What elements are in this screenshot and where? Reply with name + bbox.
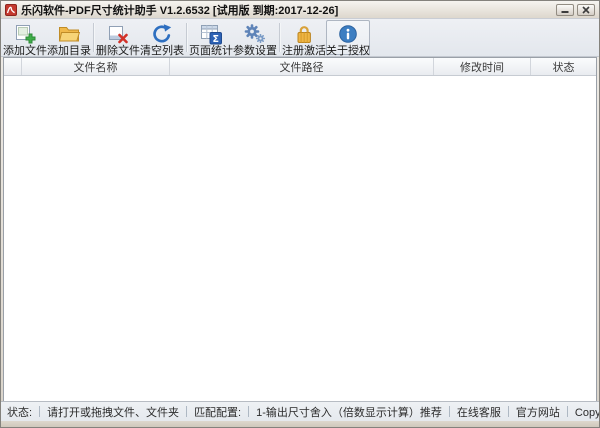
minimize-button[interactable] [556, 4, 574, 16]
add-folder-icon [57, 23, 81, 45]
toolbar-button-label: 删除文件 [96, 45, 140, 57]
toolbar-button-delete-file[interactable]: 删除文件 [96, 20, 140, 55]
status-bar: 状态: 请打开或拖拽文件、文件夹 匹配配置: 1-输出尺寸舍入（倍数显示计算）推… [1, 401, 599, 421]
official-website-link[interactable]: 官方网站 [516, 404, 560, 420]
toolbar-button-label: 参数设置 [233, 45, 277, 57]
toolbar-button-label: 清空列表 [140, 45, 184, 57]
clear-list-icon [150, 23, 174, 45]
toolbar-button-label: 添加文件 [3, 45, 47, 57]
title-bar[interactable]: 乐闪软件-PDF尺寸统计助手 V1.2.6532 [试用版 到期:2017-12… [1, 1, 599, 18]
minimize-icon [560, 6, 570, 14]
toolbar-button-label: 页面统计 [189, 45, 233, 57]
svg-text:Σ: Σ [212, 34, 219, 45]
app-window: 乐闪软件-PDF尺寸统计助手 V1.2.6532 [试用版 到期:2017-12… [0, 0, 600, 428]
statusbar-separator [567, 406, 568, 417]
toolbar-separator [279, 23, 280, 52]
delete-file-icon [106, 23, 130, 45]
table-header-status[interactable]: 状态 [531, 58, 596, 75]
toolbar-button-register[interactable]: 注册激活 [282, 20, 326, 55]
statusbar-separator [449, 406, 450, 417]
statusbar-separator [508, 406, 509, 417]
match-config-label: 匹配配置: [194, 404, 241, 420]
statusbar-separator [186, 406, 187, 417]
toolbar: 添加文件 添加目录 删除文件 [1, 18, 599, 57]
app-icon [5, 4, 17, 16]
status-label: 状态: [7, 404, 32, 420]
copyright-text: Copyright 2017 乐闪软件 保留所有权利 [575, 404, 600, 420]
table-header-row: 文件名称 文件路径 修改时间 状态 [4, 58, 596, 76]
about-info-icon [336, 23, 360, 45]
register-lock-icon [292, 23, 316, 45]
toolbar-button-clear-list[interactable]: 清空列表 [140, 20, 184, 55]
file-table: 文件名称 文件路径 修改时间 状态 [3, 57, 597, 401]
online-service-link[interactable]: 在线客服 [457, 404, 501, 420]
toolbar-separator [186, 23, 187, 52]
toolbar-button-label: 关于授权 [326, 45, 370, 57]
window-bottom-frame [1, 421, 599, 427]
page-statistics-icon: Σ [199, 23, 223, 45]
close-icon [581, 6, 591, 14]
close-button[interactable] [577, 4, 595, 16]
table-header-row-number[interactable] [4, 58, 22, 75]
statusbar-separator [39, 406, 40, 417]
status-message: 请打开或拖拽文件、文件夹 [47, 404, 179, 420]
settings-icon [243, 23, 267, 45]
table-body-empty[interactable] [4, 76, 596, 401]
toolbar-separator [93, 23, 94, 52]
statusbar-separator [248, 406, 249, 417]
table-header-file-path[interactable]: 文件路径 [170, 58, 434, 75]
window-title: 乐闪软件-PDF尺寸统计助手 V1.2.6532 [试用版 到期:2017-12… [21, 2, 550, 18]
add-file-icon [13, 23, 37, 45]
toolbar-button-page-statistics[interactable]: Σ 页面统计 [189, 20, 233, 55]
toolbar-button-label: 注册激活 [282, 45, 326, 57]
toolbar-button-add-folder[interactable]: 添加目录 [47, 20, 91, 55]
table-header-file-name[interactable]: 文件名称 [22, 58, 170, 75]
toolbar-button-label: 添加目录 [47, 45, 91, 57]
toolbar-button-about[interactable]: 关于授权 [326, 20, 370, 55]
toolbar-button-add-file[interactable]: 添加文件 [3, 20, 47, 55]
table-header-modified-time[interactable]: 修改时间 [434, 58, 531, 75]
toolbar-button-settings[interactable]: 参数设置 [233, 20, 277, 55]
match-config-value: 1-输出尺寸舍入（倍数显示计算）推荐 [256, 404, 442, 420]
